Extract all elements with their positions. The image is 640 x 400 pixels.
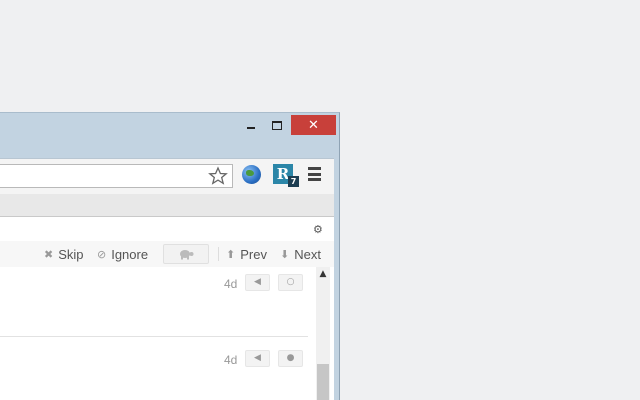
ban-icon: ⊘ bbox=[97, 247, 107, 261]
browser-window: ✕ R7 ⚙ ✖ Skip ⊘ Ignore ⬆ Prev ⬇ Next 4d … bbox=[0, 112, 340, 400]
arrow-up-icon: ⬆ bbox=[226, 247, 236, 261]
page-content: ⚙ ✖ Skip ⊘ Ignore ⬆ Prev ⬇ Next 4d ◀ ○ 4… bbox=[0, 217, 334, 400]
address-bar[interactable] bbox=[0, 164, 233, 188]
scrollbar[interactable]: ▲ bbox=[316, 267, 330, 400]
x-icon: ✖ bbox=[44, 247, 54, 261]
prev-button[interactable]: ⬆ Prev bbox=[226, 244, 267, 264]
skip-label: Skip bbox=[58, 246, 84, 262]
globe-extension-icon[interactable] bbox=[242, 165, 261, 184]
next-button[interactable]: ⬇ Next bbox=[280, 244, 321, 264]
maximize-icon bbox=[272, 120, 282, 130]
turtle-button[interactable] bbox=[163, 244, 209, 264]
arrow-down-icon: ⬇ bbox=[280, 247, 290, 261]
bookmarks-bar bbox=[0, 194, 334, 217]
browser-toolbar: R7 bbox=[0, 158, 334, 194]
share-button[interactable]: ◀ bbox=[245, 274, 270, 291]
action-bar: ✖ Skip ⊘ Ignore ⬆ Prev ⬇ Next bbox=[0, 241, 334, 267]
skip-button[interactable]: ✖ Skip bbox=[44, 244, 84, 264]
turtle-icon bbox=[180, 250, 194, 260]
list-item[interactable]: 4d ◀ ● bbox=[0, 347, 308, 400]
toggle-button[interactable]: ● bbox=[278, 350, 303, 367]
ignore-label: Ignore bbox=[111, 246, 149, 262]
circle-icon: ● bbox=[286, 353, 295, 363]
minimize-button[interactable] bbox=[240, 115, 262, 135]
scroll-thumb[interactable] bbox=[317, 364, 329, 400]
item-age: 4d bbox=[224, 277, 238, 291]
close-button[interactable]: ✕ bbox=[291, 115, 336, 135]
maximize-button[interactable] bbox=[266, 115, 288, 135]
circle-icon: ○ bbox=[286, 277, 295, 287]
list-item[interactable]: 4d ◀ ○ bbox=[0, 271, 308, 337]
scroll-up-arrow-icon[interactable]: ▲ bbox=[316, 269, 330, 281]
r-extension-icon[interactable]: R7 bbox=[273, 164, 299, 187]
share-icon: ◀ bbox=[254, 277, 261, 287]
ignore-button[interactable]: ⊘ Ignore bbox=[97, 244, 148, 264]
minimize-icon bbox=[247, 127, 255, 129]
toggle-button[interactable]: ○ bbox=[278, 274, 303, 291]
divider bbox=[218, 247, 219, 261]
extension-badge: 7 bbox=[288, 176, 299, 187]
item-age: 4d bbox=[224, 353, 238, 367]
prev-label: Prev bbox=[240, 246, 267, 262]
bookmark-star-icon[interactable] bbox=[208, 166, 228, 186]
hamburger-menu-icon[interactable] bbox=[308, 167, 321, 181]
share-icon: ◀ bbox=[254, 353, 261, 363]
gear-icon[interactable]: ⚙ bbox=[313, 223, 323, 236]
share-button[interactable]: ◀ bbox=[245, 350, 270, 367]
next-label: Next bbox=[294, 246, 321, 262]
